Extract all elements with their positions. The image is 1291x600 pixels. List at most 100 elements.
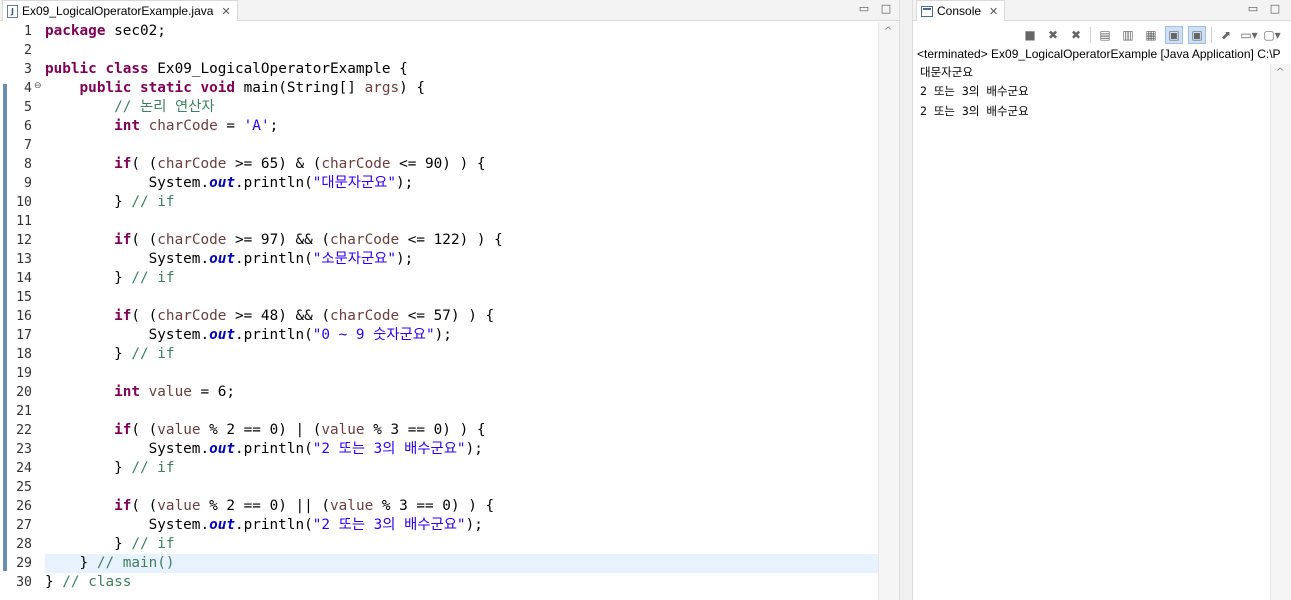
code-line[interactable]: if( (value % 2 == 0) || (value % 3 == 0)… <box>45 497 878 516</box>
code-line[interactable]: public static void main(String[] args) { <box>45 79 878 98</box>
line-number: 17 <box>16 328 32 343</box>
code-line[interactable]: if( (charCode >= 48) && (charCode <= 57)… <box>45 307 878 326</box>
scroll-lock-icon[interactable]: ▥ <box>1119 26 1137 44</box>
minimize-icon[interactable]: ▭ <box>1247 2 1259 15</box>
code-token: // class <box>62 574 132 590</box>
editor-pane: J Ex09_LogicalOperatorExample.java ✕ ▭ □… <box>0 0 899 600</box>
show-on-stdout-icon[interactable]: ▣ <box>1165 26 1183 44</box>
pin-console-icon[interactable]: ⬈ <box>1217 26 1235 44</box>
code-token: .println( <box>235 327 313 343</box>
code-line[interactable]: } // class <box>45 573 878 592</box>
code-token: main(String[] <box>235 80 365 96</box>
maximize-icon[interactable]: □ <box>1269 2 1281 15</box>
code-line[interactable]: public class Ex09_LogicalOperatorExample… <box>45 60 878 79</box>
code-line[interactable]: // 논리 연산자 <box>45 98 878 117</box>
code-token: ( ( <box>131 308 158 324</box>
minimize-icon[interactable]: ▭ <box>858 2 870 15</box>
console-vertical-scrollbar[interactable]: ^ <box>1270 64 1291 600</box>
scroll-up-icon[interactable]: ^ <box>884 26 892 37</box>
code-line[interactable]: int value = 6; <box>45 383 878 402</box>
code-token: System. <box>45 517 210 533</box>
remove-all-terminated-icon[interactable]: ✖ <box>1067 26 1085 44</box>
code-token: ); <box>434 327 452 343</box>
code-token: charCode <box>330 308 400 324</box>
line-number: 9 <box>24 176 32 191</box>
code-line[interactable]: if( (charCode >= 97) && (charCode <= 122… <box>45 231 878 250</box>
code-token: ( ( <box>131 498 158 514</box>
line-number: 13 <box>16 252 32 267</box>
line-number: 15 <box>16 290 32 305</box>
code-line[interactable]: int charCode = 'A'; <box>45 117 878 136</box>
line-number: 12 <box>16 233 32 248</box>
line-number: 24 <box>16 461 32 476</box>
code-line[interactable] <box>45 364 878 383</box>
code-area[interactable]: package sec02; public class Ex09_Logical… <box>45 22 878 592</box>
terminate-icon[interactable]: ■ <box>1021 26 1039 44</box>
code-line[interactable] <box>45 212 878 231</box>
fold-collapse-icon[interactable]: ⊖ <box>34 81 42 91</box>
code-line[interactable]: System.out.println("0 ~ 9 숫자군요"); <box>45 326 878 345</box>
code-line[interactable]: } // if <box>45 535 878 554</box>
code-token: // if <box>131 346 175 362</box>
code-line[interactable]: System.out.println("대문자군요"); <box>45 174 878 193</box>
line-number: 25 <box>16 480 32 495</box>
code-line[interactable]: } // if <box>45 269 878 288</box>
line-number: 21 <box>16 404 32 419</box>
code-line[interactable] <box>45 402 878 421</box>
line-number: 4 <box>24 81 32 96</box>
code-line[interactable] <box>45 41 878 60</box>
line-number: 23 <box>16 442 32 457</box>
line-number: 30 <box>16 575 32 590</box>
code-token: int <box>114 118 141 134</box>
code-line[interactable]: System.out.println("2 또는 3의 배수군요"); <box>45 440 878 459</box>
close-icon[interactable]: ✕ <box>989 5 998 18</box>
code-line[interactable]: if( (value % 2 == 0) | (value % 3 == 0) … <box>45 421 878 440</box>
line-number: 14 <box>16 271 32 286</box>
code-line[interactable]: System.out.println("소문자군요"); <box>45 250 878 269</box>
code-token: ); <box>465 441 483 457</box>
code-token: value <box>148 384 192 400</box>
code-line[interactable]: } // main() <box>45 554 878 573</box>
code-token: >= 97) && ( <box>226 232 331 248</box>
scroll-up-icon[interactable]: ^ <box>1276 67 1284 78</box>
code-line[interactable]: } // if <box>45 345 878 364</box>
clear-console-icon[interactable]: ▤ <box>1096 26 1114 44</box>
code-token: } <box>45 460 132 476</box>
code-token: charCode <box>157 156 227 172</box>
code-line[interactable]: package sec02; <box>45 22 878 41</box>
code-token: % 3 == 0) ) { <box>364 422 486 438</box>
display-console-icon[interactable]: ▭▾ <box>1240 26 1258 44</box>
code-line[interactable]: } // if <box>45 459 878 478</box>
editor-vertical-scrollbar[interactable]: ^ <box>878 22 899 600</box>
code-line[interactable]: if( (charCode >= 65) & (charCode <= 90) … <box>45 155 878 174</box>
open-console-icon[interactable]: ▢▾ <box>1263 26 1281 44</box>
code-line[interactable] <box>45 288 878 307</box>
line-number: 1 <box>24 24 32 39</box>
word-wrap-icon[interactable]: ▦ <box>1142 26 1160 44</box>
code-token: } <box>45 536 132 552</box>
console-tab[interactable]: Console ✕ <box>916 0 1006 21</box>
code-line[interactable] <box>45 136 878 155</box>
code-line[interactable]: System.out.println("2 또는 3의 배수군요"); <box>45 516 878 535</box>
editor-tab[interactable]: J Ex09_LogicalOperatorExample.java ✕ <box>2 0 238 21</box>
code-line[interactable] <box>45 478 878 497</box>
code-token: class <box>105 61 149 77</box>
code-token: public <box>79 80 132 96</box>
pane-divider[interactable] <box>899 0 913 600</box>
code-token: ) { <box>399 80 426 96</box>
code-token: charCode <box>157 232 227 248</box>
show-on-stderr-icon[interactable]: ▣ <box>1188 26 1206 44</box>
remove-launch-icon[interactable]: ✖ <box>1044 26 1062 44</box>
toolbar-separator <box>1211 27 1212 43</box>
code-token: "2 또는 3의 배수군요" <box>312 441 466 457</box>
maximize-icon[interactable]: □ <box>880 2 892 15</box>
code-line[interactable]: } // if <box>45 193 878 212</box>
code-token: // if <box>131 460 175 476</box>
code-token: "0 ~ 9 숫자군요" <box>312 327 435 343</box>
code-token: % 3 == 0) ) { <box>373 498 495 514</box>
code-token: <= 122) ) { <box>399 232 503 248</box>
close-icon[interactable]: ✕ <box>221 5 230 18</box>
